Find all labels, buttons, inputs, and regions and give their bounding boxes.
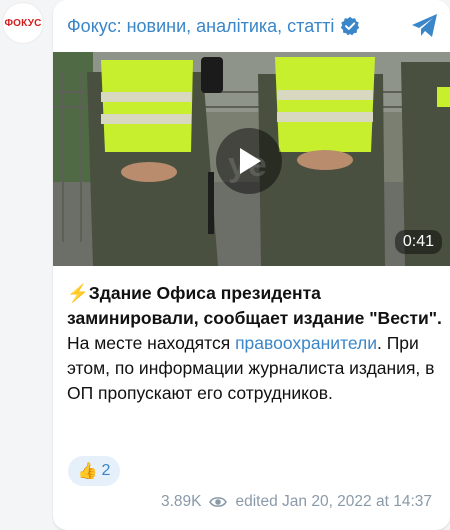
message-text: ⚡Здание Офиса президента заминировали, с…: [67, 281, 442, 406]
channel-avatar[interactable]: ФОКУС: [2, 2, 44, 44]
play-icon: [240, 148, 261, 174]
reaction-count: 2: [101, 462, 111, 479]
thumbs-up-icon: 👍: [77, 463, 98, 480]
share-icon[interactable]: [410, 12, 440, 40]
timestamp: Jan 20, 2022 at 14:37: [282, 493, 432, 510]
eye-icon: [209, 497, 228, 507]
body-text: На месте находятся: [67, 333, 236, 353]
edited-label: edited: [235, 493, 278, 510]
reaction-button[interactable]: 👍 2: [68, 456, 120, 486]
video-duration: 0:41: [394, 230, 442, 254]
body-link[interactable]: правоохранители: [235, 333, 377, 353]
message-card: Фокус: новини, аналітика, статті 0:41 ⚡З…: [53, 0, 450, 530]
video-player[interactable]: ye 0:41: [53, 52, 450, 266]
view-count: 3.89K: [160, 493, 202, 510]
headline-text: Здание Офиса президента заминировали, со…: [67, 283, 442, 328]
channel-title[interactable]: Фокус: новини, аналітика, статті: [67, 16, 334, 37]
message-meta: 3.89K edited Jan 20, 2022 at 14:37: [161, 493, 432, 511]
play-button[interactable]: [216, 128, 282, 194]
lightning-emoji-icon: ⚡: [67, 283, 89, 303]
headline: ⚡Здание Офиса президента заминировали, с…: [67, 283, 442, 328]
verified-icon: [341, 16, 360, 36]
message-header: Фокус: новини, аналітика, статті: [53, 0, 450, 52]
avatar-logo-text: ФОКУС: [4, 17, 42, 29]
